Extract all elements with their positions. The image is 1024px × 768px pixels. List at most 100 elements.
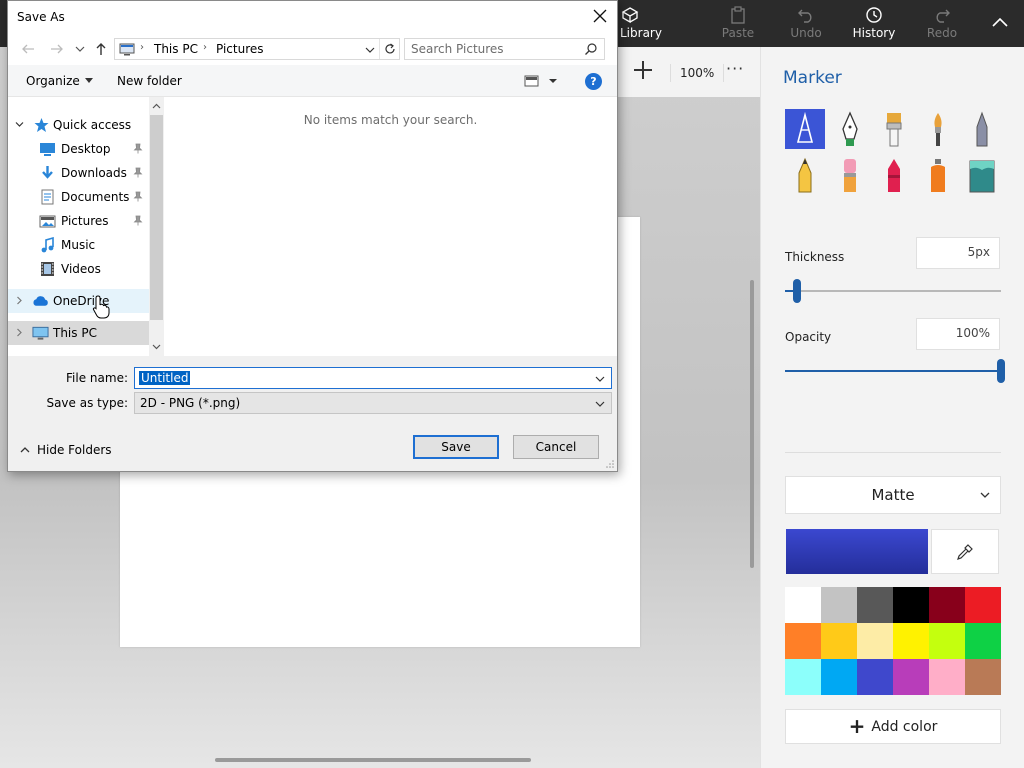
color-swatch[interactable] (821, 659, 857, 695)
current-color-swatch[interactable] (786, 529, 928, 574)
color-swatch[interactable] (893, 587, 929, 623)
chevron-up-icon[interactable] (152, 102, 161, 111)
calligraphy-pen-brush[interactable] (830, 109, 870, 149)
color-swatch[interactable] (929, 659, 965, 695)
canvas-horizontal-scrollbar[interactable] (215, 758, 531, 762)
nav-this-pc[interactable]: This PC (8, 321, 149, 345)
save-type-select[interactable]: 2D - PNG (*.png) (134, 392, 612, 414)
nav-desktop[interactable]: Desktop (8, 137, 149, 161)
resize-grip-icon[interactable] (606, 460, 614, 468)
brush-panel: Marker Thickness 5px Opacity 100% Matte … (760, 47, 1024, 768)
color-swatch[interactable] (821, 587, 857, 623)
up-button[interactable] (94, 42, 108, 56)
chevron-down-icon[interactable] (365, 45, 375, 55)
recent-locations-button[interactable] (75, 43, 85, 53)
pin-icon[interactable] (133, 215, 143, 226)
zoom-in-icon[interactable] (634, 61, 652, 79)
breadcrumb-pictures[interactable]: Pictures (216, 42, 264, 56)
color-swatch[interactable] (785, 623, 821, 659)
help-button[interactable]: ? (585, 73, 602, 90)
color-swatch[interactable] (893, 659, 929, 695)
marker-brush[interactable] (785, 109, 825, 149)
color-swatch[interactable] (965, 659, 1001, 695)
new-folder-button[interactable]: New folder (117, 74, 182, 88)
color-swatch[interactable] (965, 623, 1001, 659)
calligraphy-pen-icon (842, 111, 858, 146)
color-swatch[interactable] (857, 587, 893, 623)
color-swatch[interactable] (929, 587, 965, 623)
color-swatch[interactable] (857, 659, 893, 695)
chevron-right-icon[interactable] (15, 296, 24, 305)
pixel-pen-brush[interactable] (962, 109, 1002, 149)
nav-pane-scrollbar[interactable] (149, 97, 164, 356)
redo-button[interactable]: Redo (912, 6, 972, 44)
color-swatch[interactable] (821, 623, 857, 659)
thickness-slider[interactable] (785, 279, 1001, 303)
downloads-icon (42, 166, 53, 179)
address-bar[interactable]: › This PC › Pictures (114, 38, 400, 60)
nav-videos[interactable]: Videos (8, 257, 149, 281)
opacity-slider-fill (785, 370, 1001, 372)
forward-button[interactable] (50, 42, 64, 56)
cancel-button[interactable]: Cancel (513, 435, 599, 459)
canvas-vertical-scrollbar[interactable] (750, 280, 754, 568)
opacity-input[interactable]: 100% (916, 318, 1000, 350)
eraser-brush[interactable] (830, 155, 870, 195)
file-list[interactable]: No items match your search. (164, 97, 617, 356)
oil-brush[interactable] (874, 109, 914, 149)
more-options-button[interactable]: ··· (726, 59, 744, 78)
color-swatch[interactable] (785, 659, 821, 695)
color-swatch[interactable] (785, 587, 821, 623)
chevron-down-icon[interactable] (152, 342, 161, 351)
close-button[interactable] (591, 7, 609, 25)
nav-music[interactable]: Music (8, 233, 149, 257)
color-swatch[interactable] (893, 623, 929, 659)
nav-downloads[interactable]: Downloads (8, 161, 149, 185)
add-color-button[interactable]: + Add color (785, 709, 1001, 744)
color-swatch[interactable] (965, 587, 1001, 623)
paste-button[interactable]: Paste (708, 6, 768, 44)
crayon-brush[interactable] (874, 155, 914, 195)
fill-brush[interactable] (962, 155, 1002, 195)
color-swatch[interactable] (857, 623, 893, 659)
undo-icon (776, 6, 836, 26)
pin-icon[interactable] (133, 143, 143, 154)
thickness-input[interactable]: 5px (916, 237, 1000, 269)
color-swatch[interactable] (929, 623, 965, 659)
finish-dropdown[interactable]: Matte (785, 476, 1001, 514)
save-button[interactable]: Save (413, 435, 499, 459)
breadcrumb-this-pc[interactable]: This PC (154, 42, 198, 56)
back-button[interactable] (21, 42, 35, 56)
nav-onedrive[interactable]: OneDrive (8, 289, 149, 313)
nav-pictures[interactable]: Pictures (8, 209, 149, 233)
undo-button[interactable]: Undo (776, 6, 836, 44)
chevron-down-icon[interactable] (15, 120, 24, 129)
opacity-slider[interactable] (785, 359, 1005, 383)
chevron-down-icon[interactable] (595, 374, 605, 384)
refresh-button[interactable] (379, 39, 399, 59)
pin-icon[interactable] (133, 191, 143, 202)
organize-button[interactable]: Organize (26, 74, 93, 88)
change-view-button[interactable] (524, 73, 558, 89)
file-name-field[interactable]: Untitled (134, 367, 612, 389)
thickness-slider-thumb[interactable] (793, 279, 801, 303)
nav-documents[interactable]: Documents (8, 185, 149, 209)
chevron-right-icon[interactable] (15, 328, 24, 337)
eraser-icon (844, 159, 856, 192)
hide-folders-button[interactable]: Hide Folders (20, 443, 112, 457)
eyedropper-button[interactable] (931, 529, 999, 574)
file-name-value[interactable]: Untitled (139, 371, 191, 385)
zoom-level[interactable]: 100% (670, 64, 725, 82)
nav-pane-scroll-thumb[interactable] (150, 115, 163, 320)
pin-icon[interactable] (133, 167, 143, 178)
search-input[interactable] (411, 41, 579, 57)
search-box[interactable] (404, 38, 605, 60)
nav-quick-access[interactable]: Quick access (8, 113, 149, 137)
opacity-slider-thumb[interactable] (997, 359, 1005, 383)
pencil-brush[interactable] (785, 155, 825, 195)
history-button[interactable]: History (844, 6, 904, 44)
spray-can-brush[interactable] (918, 155, 958, 195)
watercolor-brush[interactable] (918, 109, 958, 149)
collapse-toolbar-button[interactable] (990, 12, 1010, 32)
dialog-titlebar[interactable]: Save As (8, 1, 617, 32)
